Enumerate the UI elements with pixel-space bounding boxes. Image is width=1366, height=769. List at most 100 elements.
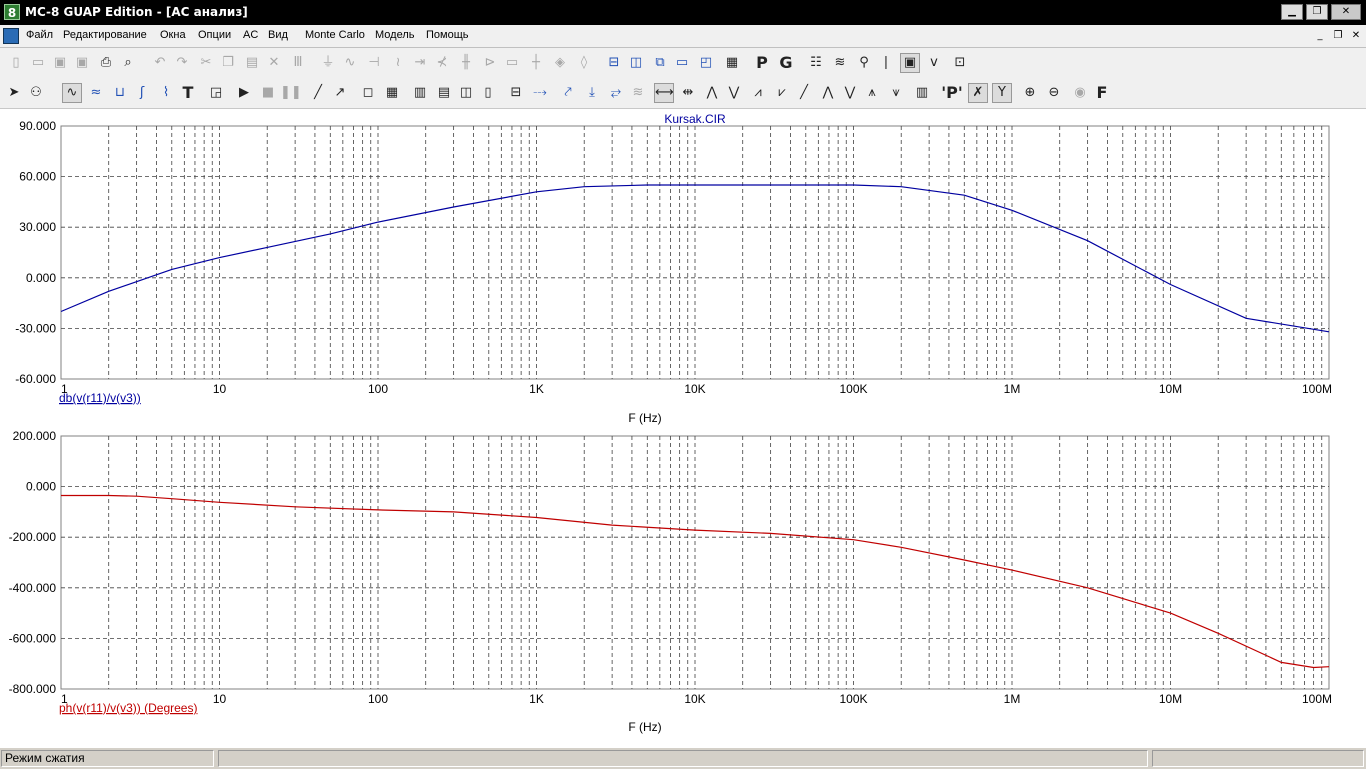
scope-icon[interactable]: ∿ — [62, 83, 82, 103]
plot-canvas[interactable]: 90.00060.00030.0000.000-30.000-60.0001 10… — [0, 109, 1366, 747]
trend-icon[interactable]: ⤏ — [530, 83, 550, 103]
menu-edit[interactable]: Редактирование — [63, 29, 147, 41]
graph-icon[interactable]: ⌇ — [156, 83, 176, 103]
format-4-icon[interactable]: ▯ — [478, 83, 498, 103]
run-icon[interactable]: ▶ — [234, 83, 254, 103]
color-icon[interactable]: ◉ — [1070, 83, 1090, 103]
probe-icon[interactable]: ⚲ — [854, 53, 874, 73]
select-mode-icon[interactable]: ⚇ — [26, 83, 46, 103]
analysis-icon[interactable]: ☷ — [806, 53, 826, 73]
menu-ac[interactable]: AC — [243, 29, 258, 41]
pin-icon[interactable]: ❘ — [876, 53, 896, 73]
peak-icon[interactable]: ⤤ — [558, 83, 578, 103]
axis-box-icon[interactable]: ⊟ — [506, 83, 526, 103]
mdi-restore-icon[interactable]: ❐ — [1330, 29, 1346, 43]
maximize-button[interactable]: ❐ — [1306, 4, 1328, 20]
axis-icon[interactable]: ⅴ — [924, 53, 944, 73]
label-icon[interactable]: ▥ — [912, 83, 932, 103]
p-label-icon[interactable]: 'P' — [940, 83, 964, 103]
menu-help[interactable]: Помощь — [426, 29, 469, 41]
tile-icon[interactable]: ◰ — [696, 53, 716, 73]
max-2-icon[interactable]: ⋁ — [840, 83, 860, 103]
redo-icon[interactable]: ↷ — [172, 53, 192, 73]
nand-icon[interactable]: ▭ — [502, 53, 522, 73]
min-icon[interactable]: ⋀ — [818, 83, 838, 103]
cascade-icon[interactable]: ⧉ — [650, 53, 670, 73]
valley-2-icon[interactable]: ⩘ — [748, 83, 768, 103]
print-preview-icon[interactable]: ⌕ — [118, 53, 138, 73]
p-icon[interactable]: P — [752, 53, 772, 73]
zoom-in-icon[interactable]: ⊕ — [1020, 83, 1040, 103]
menu-monte-carlo[interactable]: Monte Carlo — [305, 29, 365, 41]
paste-icon[interactable]: ▤ — [242, 53, 262, 73]
stop-icon[interactable]: ■ — [258, 83, 278, 103]
menu-file[interactable]: Файл — [26, 29, 53, 41]
pointer-icon[interactable]: ➤ — [4, 83, 24, 103]
mdi-minimize-icon[interactable]: _ — [1312, 29, 1328, 43]
junction-icon[interactable]: ◈ — [550, 53, 570, 73]
split-horizontal-icon[interactable]: ⊟ — [604, 53, 624, 73]
menu-model[interactable]: Модель — [375, 29, 414, 41]
cursor-left-icon[interactable]: ≋ — [628, 83, 648, 103]
next-valley-icon[interactable]: ⋀ — [702, 83, 722, 103]
font-icon[interactable]: F — [1092, 83, 1112, 103]
zoom-window-icon[interactable]: ⊡ — [950, 53, 970, 73]
grid-icon[interactable]: ▦ — [382, 83, 402, 103]
undo-icon[interactable]: ↶ — [150, 53, 170, 73]
plot-area[interactable]: 90.000 60.000 30.000 0.000 -30.000 -60.000 1 10… — [0, 109, 1366, 747]
series-name[interactable]: ph(v(r11)/v(v3)) (Degrees) — [59, 701, 197, 715]
save-icon[interactable]: ▣ — [50, 53, 70, 73]
format-3-icon[interactable]: ◫ — [456, 83, 476, 103]
pause-icon[interactable]: ❚❚ — [280, 83, 302, 103]
battery-icon[interactable]: ╫ — [456, 53, 476, 73]
measure-icon[interactable]: ʃ — [132, 83, 152, 103]
delete-icon[interactable]: ✕ — [264, 53, 284, 73]
resistor-icon[interactable]: ∿ — [340, 53, 360, 73]
menu-windows[interactable]: Окна — [160, 29, 186, 41]
transistor-icon[interactable]: ⊀ — [432, 53, 452, 73]
table-icon[interactable]: ⩛ — [886, 83, 906, 103]
high-icon[interactable]: ⥂ — [606, 83, 626, 103]
diode-icon[interactable]: ⇥ — [410, 53, 430, 73]
slope-icon[interactable]: ⩗ — [772, 83, 792, 103]
window-icon[interactable]: ▭ — [672, 53, 692, 73]
cursor-right-icon[interactable]: ⟷ — [654, 83, 674, 103]
arrow-line-icon[interactable]: ↗ — [330, 83, 350, 103]
valley-icon[interactable]: ⤓ — [582, 83, 602, 103]
capacitor-icon[interactable]: ⊣ — [364, 53, 384, 73]
mdi-close-icon[interactable]: ✕ — [1348, 29, 1364, 43]
node-icon[interactable]: ◊ — [574, 53, 594, 73]
text-icon[interactable]: T — [178, 83, 198, 103]
inductor-icon[interactable]: ≀ — [388, 53, 408, 73]
save-as-icon[interactable]: ▣ — [72, 53, 92, 73]
wave-icon[interactable]: ≈ — [86, 83, 106, 103]
copy-icon[interactable]: ❐ — [218, 53, 238, 73]
open-file-icon[interactable]: ▭ — [28, 53, 48, 73]
menu-view[interactable]: Вид — [268, 29, 288, 41]
properties-icon[interactable]: ◲ — [206, 83, 226, 103]
print-icon[interactable]: ⎙ — [96, 53, 116, 73]
minimize-button[interactable]: ▁ — [1281, 4, 1303, 20]
cut-icon[interactable]: ✂ — [196, 53, 216, 73]
peak-2-icon[interactable]: ⋁ — [724, 83, 744, 103]
split-vertical-icon[interactable]: ◫ — [626, 53, 646, 73]
cursor-icon[interactable]: ⊔ — [110, 83, 130, 103]
g-icon[interactable]: G — [776, 53, 796, 73]
series-name[interactable]: db(v(r11)/v(v3)) — [59, 391, 141, 405]
format-2-icon[interactable]: ▤ — [434, 83, 454, 103]
new-file-icon[interactable]: ▯ — [6, 53, 26, 73]
box-icon[interactable]: ◻ — [358, 83, 378, 103]
source-icon[interactable]: ⊳ — [480, 53, 500, 73]
select-all-icon[interactable]: Ⅲ — [288, 53, 308, 73]
min-2-icon[interactable]: ⩚ — [862, 83, 882, 103]
line-icon[interactable]: ╱ — [308, 83, 328, 103]
y-axis-icon[interactable]: Y — [992, 83, 1012, 103]
x-axis-icon[interactable]: ✗ — [968, 83, 988, 103]
screenshot-icon[interactable]: ▣ — [900, 53, 920, 73]
zoom-out-icon[interactable]: ⊖ — [1044, 83, 1064, 103]
document-icon[interactable] — [3, 28, 19, 44]
next-peak-icon[interactable]: ⇹ — [678, 83, 698, 103]
menu-options[interactable]: Опции — [198, 29, 231, 41]
close-button[interactable]: ✕ — [1331, 4, 1361, 20]
ground-icon[interactable]: ⏚ — [318, 53, 338, 73]
